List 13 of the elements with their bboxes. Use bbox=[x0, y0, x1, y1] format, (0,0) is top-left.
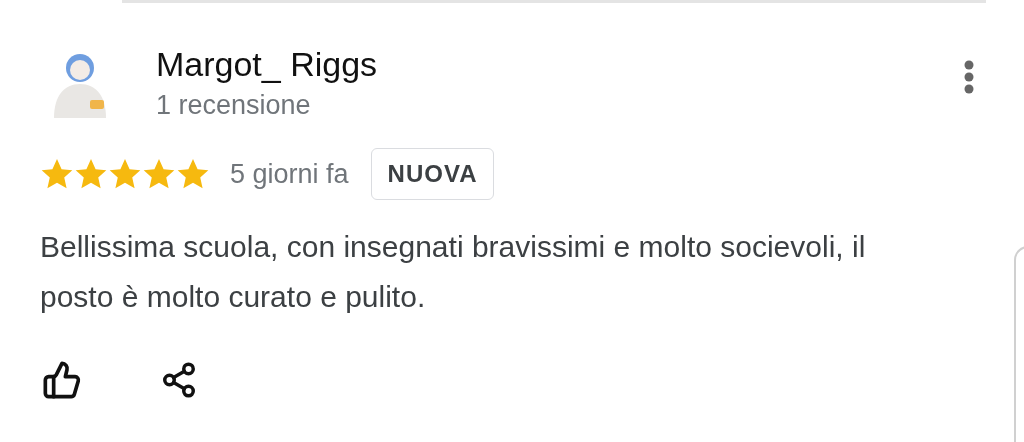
star-icon bbox=[108, 158, 142, 190]
star-icon bbox=[142, 158, 176, 190]
star-icon bbox=[40, 158, 74, 190]
review-time: 5 giorni fa bbox=[230, 157, 349, 191]
new-badge: NUOVA bbox=[370, 148, 495, 200]
share-icon[interactable] bbox=[160, 361, 198, 399]
review-count: 1 recensione bbox=[156, 89, 312, 122]
author-name[interactable]: Margot_ Riggs bbox=[156, 44, 378, 84]
like-icon[interactable] bbox=[42, 360, 82, 400]
star-icon bbox=[74, 158, 108, 190]
more-options-icon[interactable] bbox=[963, 60, 975, 94]
review-text: Bellissima scuola, con insegnati bravissimi e molto socievoli, il posto è molto curato e pulito. bbox=[40, 229, 867, 315]
star-icon bbox=[176, 158, 210, 190]
